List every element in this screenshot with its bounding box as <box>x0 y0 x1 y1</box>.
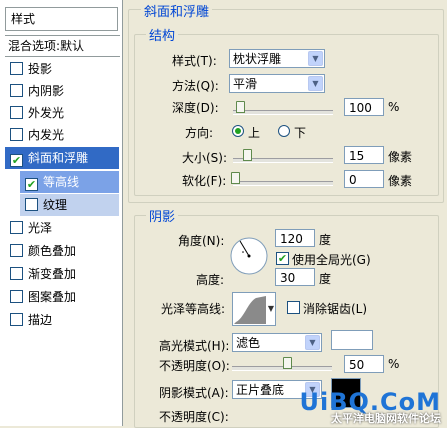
checkbox[interactable] <box>10 267 23 280</box>
checkbox[interactable] <box>10 106 23 119</box>
shadow-mode-value: 正片叠底 <box>236 383 285 397</box>
chevron-down-icon[interactable]: ▼ <box>305 335 320 350</box>
checkbox[interactable] <box>10 84 23 97</box>
highlight-opacity-label: 不透明度(O): <box>159 359 230 373</box>
chevron-down-icon[interactable]: ▼ <box>308 51 323 66</box>
soften-unit: 像素 <box>388 174 413 188</box>
style-item-gradient-overlay[interactable]: 渐变叠加 <box>5 263 119 285</box>
size-unit: 像素 <box>388 150 413 164</box>
angle-label: 角度(N): <box>178 234 225 248</box>
checkbox[interactable] <box>10 62 23 75</box>
style-select[interactable]: 枕状浮雕 ▼ <box>229 49 325 68</box>
highlight-color-swatch[interactable] <box>331 330 373 350</box>
style-item-color-overlay[interactable]: 颜色叠加 <box>5 240 119 262</box>
style-label: 样式(T): <box>172 54 217 68</box>
highlight-opacity-input[interactable]: 50 <box>344 355 384 373</box>
highlight-opacity-slider-thumb[interactable] <box>283 357 292 369</box>
checkbox[interactable] <box>10 313 23 326</box>
depth-slider-track[interactable] <box>233 110 333 115</box>
style-item-bevel-emboss[interactable]: ✔ 斜面和浮雕 <box>5 147 119 169</box>
style-item-label: 斜面和浮雕 <box>28 151 89 165</box>
highlight-opacity-unit: % <box>388 357 400 371</box>
shading-title: 阴影 <box>146 206 179 225</box>
style-item-label: 等高线 <box>43 175 80 189</box>
style-item-label: 纹理 <box>43 198 68 212</box>
direction-down-label: 下 <box>294 126 307 140</box>
style-item-contour[interactable]: ✔ 等高线 <box>20 171 119 193</box>
chevron-down-icon[interactable]: ▼ <box>268 304 274 313</box>
depth-label: 深度(D): <box>172 101 219 115</box>
depth-input[interactable]: 100 <box>344 98 384 116</box>
style-item-inner-shadow[interactable]: 内阴影 <box>5 80 119 102</box>
highlight-mode-label: 高光模式(H): <box>159 339 230 353</box>
highlight-mode-value: 滤色 <box>236 336 261 350</box>
altitude-unit: 度 <box>319 272 332 286</box>
global-light-label: 使用全局光(G) <box>292 253 371 267</box>
style-select-value: 枕状浮雕 <box>233 52 282 66</box>
gloss-contour-picker[interactable]: ▼ <box>232 292 276 326</box>
size-slider-thumb[interactable] <box>243 149 252 161</box>
anti-alias-label: 消除锯齿(L) <box>303 302 368 316</box>
direction-up-label: 上 <box>248 126 261 140</box>
shadow-opacity-label: 不透明度(C): <box>159 410 229 424</box>
style-item-texture[interactable]: 纹理 <box>20 194 119 216</box>
checkbox[interactable] <box>10 128 23 141</box>
depth-slider-thumb[interactable] <box>236 101 245 113</box>
direction-down-radio[interactable] <box>278 125 290 137</box>
style-item-label: 图案叠加 <box>28 290 77 304</box>
style-item-label: 外发光 <box>28 106 65 120</box>
style-item-label: 内发光 <box>28 128 65 142</box>
checkbox[interactable] <box>10 244 23 257</box>
soften-slider-track[interactable] <box>233 181 333 186</box>
styles-list-panel: 样式 混合选项:默认 投影 内阴影 外发光 内发光 ✔ 斜面和浮雕 ✔ 等高线 纹理… <box>0 0 123 426</box>
shadow-mode-label: 阴影模式(A): <box>159 386 229 400</box>
style-item-stroke[interactable]: 描边 <box>5 309 119 331</box>
styles-header[interactable]: 样式 <box>5 7 118 31</box>
style-item-label: 内阴影 <box>28 84 65 98</box>
direction-up-radio[interactable] <box>232 125 244 137</box>
highlight-mode-select[interactable]: 滤色 ▼ <box>232 333 322 352</box>
style-item-satin[interactable]: 光泽 <box>5 217 119 239</box>
checkbox[interactable] <box>10 221 23 234</box>
direction-label: 方向: <box>185 126 214 140</box>
altitude-input[interactable]: 30 <box>275 268 315 286</box>
technique-label: 方法(Q): <box>172 79 219 93</box>
size-label: 大小(S): <box>182 151 228 165</box>
gloss-contour-label: 光泽等高线: <box>161 302 226 316</box>
angle-dial[interactable] <box>229 236 269 276</box>
angle-input[interactable]: 120 <box>275 229 315 247</box>
checkbox[interactable] <box>25 198 38 211</box>
checkbox[interactable] <box>10 290 23 303</box>
bevel-emboss-title: 斜面和浮雕 <box>141 1 213 20</box>
technique-select[interactable]: 平滑 ▼ <box>229 74 325 93</box>
checkbox-checked[interactable]: ✔ <box>25 178 38 191</box>
checkbox-checked[interactable]: ✔ <box>10 154 23 167</box>
contour-preview-icon <box>234 296 266 324</box>
global-light-checkbox[interactable]: ✔ <box>276 252 289 265</box>
anti-alias-checkbox[interactable] <box>287 301 300 314</box>
blend-options-item[interactable]: 混合选项:默认 <box>5 35 120 57</box>
highlight-opacity-slider-track[interactable] <box>232 366 332 371</box>
style-item-label: 描边 <box>28 313 53 327</box>
structure-title: 结构 <box>146 25 179 44</box>
style-item-label: 渐变叠加 <box>28 267 77 281</box>
altitude-label: 高度: <box>196 273 225 287</box>
style-item-label: 光泽 <box>28 221 53 235</box>
style-item-drop-shadow[interactable]: 投影 <box>5 58 119 80</box>
style-item-label: 投影 <box>28 62 53 76</box>
angle-unit: 度 <box>319 233 332 247</box>
style-item-label: 颜色叠加 <box>28 244 77 258</box>
watermark-subtitle: 太平洋电脑网软件论坛 <box>331 412 441 425</box>
style-item-outer-glow[interactable]: 外发光 <box>5 102 119 124</box>
soften-slider-thumb[interactable] <box>231 172 240 184</box>
style-item-pattern-overlay[interactable]: 图案叠加 <box>5 286 119 308</box>
size-input[interactable]: 15 <box>344 146 384 164</box>
chevron-down-icon[interactable]: ▼ <box>308 76 323 91</box>
soften-input[interactable]: 0 <box>344 170 384 188</box>
style-item-inner-glow[interactable]: 内发光 <box>5 124 119 146</box>
soften-label: 软化(F): <box>182 174 227 188</box>
depth-unit: % <box>388 100 400 114</box>
technique-select-value: 平滑 <box>233 77 258 91</box>
